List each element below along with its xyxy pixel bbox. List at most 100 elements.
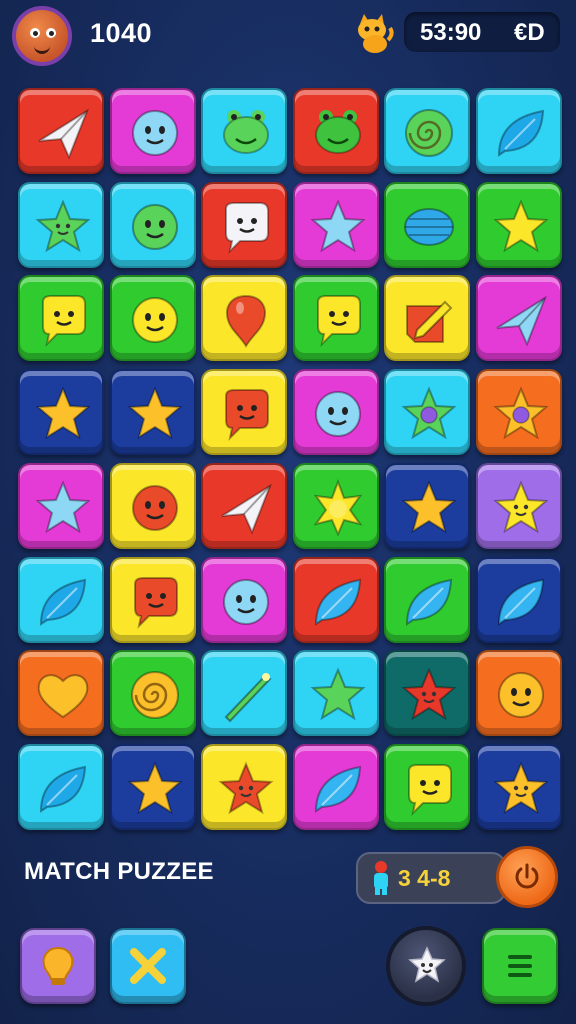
tile-r5-c3[interactable] [201, 462, 287, 549]
tile-r4-c5[interactable] [384, 369, 470, 456]
tile-r2-c2[interactable] [109, 181, 196, 268]
avatar-eye-right [46, 28, 56, 38]
tile-r5-c4[interactable] [292, 462, 379, 549]
tile-r5-c1[interactable] [18, 462, 104, 549]
leaf-drop-icon [497, 109, 544, 157]
sun-star-icon [313, 478, 362, 537]
avatar-mouth [34, 44, 50, 54]
tile-r8-c2[interactable] [109, 743, 196, 830]
heart-icon [37, 674, 89, 719]
star-face-icon [492, 480, 549, 534]
speech-face-icon [408, 763, 452, 816]
menu-icon [508, 955, 532, 977]
smiley-blob-icon [497, 672, 544, 719]
hint-button[interactable] [20, 928, 96, 1004]
tile-r1-c3[interactable] [201, 88, 287, 174]
power-button[interactable] [496, 846, 558, 908]
tile-r8-c4[interactable] [292, 743, 379, 830]
tile-r6-c6[interactable] [475, 556, 562, 643]
star-face-icon [408, 946, 446, 983]
tile-r8-c3[interactable] [201, 743, 287, 830]
tile-r2-c4[interactable] [292, 181, 379, 268]
tile-r6-c5[interactable] [384, 556, 470, 643]
pet-icon[interactable] [352, 10, 394, 56]
player-figure-icon [374, 861, 388, 895]
tile-r5-c6[interactable] [475, 462, 562, 549]
top-bar: 1040 53:90 €D [0, 0, 576, 70]
tile-r2-c1[interactable] [18, 181, 104, 268]
speech-face-icon [316, 295, 361, 348]
tile-r1-c5[interactable] [384, 88, 470, 174]
leaf-drop-icon [405, 578, 453, 626]
tile-r7-c1[interactable] [18, 650, 104, 737]
tile-r3-c5[interactable] [384, 275, 470, 362]
star-face-icon [35, 199, 91, 252]
tile-r5-c2[interactable] [109, 462, 196, 549]
tile-r4-c3[interactable] [201, 369, 287, 456]
tile-r3-c2[interactable] [109, 275, 196, 362]
smiley-blob-icon [131, 297, 178, 344]
power-icon [515, 863, 539, 889]
star-face-icon [401, 667, 457, 721]
tile-r3-c4[interactable] [292, 275, 379, 362]
star-icon [309, 199, 366, 252]
tile-r1-c1[interactable] [18, 88, 104, 174]
tile-r7-c6[interactable] [475, 650, 562, 737]
leaf-drop-icon [314, 765, 361, 813]
tile-r3-c6[interactable] [475, 275, 562, 362]
star-icon [492, 199, 549, 252]
tile-r6-c2[interactable] [109, 556, 196, 643]
tile-r6-c4[interactable] [292, 556, 379, 643]
game-title: MATCH PUZZEE [24, 858, 214, 885]
balloon-icon [226, 295, 266, 349]
tile-r1-c4[interactable] [292, 88, 379, 174]
tile-r6-c1[interactable] [18, 556, 104, 643]
player-avatar[interactable] [12, 6, 72, 66]
tile-r4-c1[interactable] [18, 369, 104, 456]
tile-r3-c1[interactable] [18, 275, 104, 362]
level-text: 3 4-8 [398, 865, 451, 891]
smiley-blob-icon [131, 203, 178, 250]
star-icon [401, 480, 457, 534]
tile-r5-c5[interactable] [384, 462, 470, 549]
star-face-icon [492, 761, 549, 815]
tile-r8-c5[interactable] [384, 743, 470, 830]
tile-r7-c4[interactable] [292, 650, 379, 737]
tile-r1-c6[interactable] [475, 88, 562, 174]
speech-face-icon [225, 201, 269, 254]
speech-face-icon [42, 295, 86, 348]
menu-button[interactable] [482, 928, 558, 1004]
cross-icon [130, 948, 166, 984]
paper-plane-icon [38, 108, 90, 160]
smiley-blob-icon [223, 578, 269, 625]
leaf-drop-icon [314, 578, 361, 626]
smiley-blob-icon [131, 110, 178, 156]
leaf-drop-icon [497, 578, 544, 626]
shuffle-button[interactable] [110, 928, 186, 1004]
tile-r2-c6[interactable] [475, 181, 562, 268]
tile-r4-c4[interactable] [292, 369, 379, 456]
paper-plane-icon [221, 483, 273, 535]
tile-r7-c5[interactable] [384, 650, 470, 737]
tile-r4-c6[interactable] [475, 369, 562, 456]
speech-face-icon [133, 576, 178, 629]
tile-r4-c2[interactable] [109, 369, 196, 456]
tile-r3-c3[interactable] [201, 275, 287, 362]
tile-r2-c3[interactable] [201, 181, 287, 268]
pencil-icon [406, 300, 453, 344]
tile-r2-c5[interactable] [384, 181, 470, 268]
tile-r8-c1[interactable] [18, 743, 104, 830]
tile-r7-c2[interactable] [109, 650, 196, 737]
tile-r6-c3[interactable] [201, 556, 287, 643]
character-button[interactable] [386, 926, 466, 1006]
tile-r7-c3[interactable] [201, 650, 287, 737]
tile-r8-c6[interactable] [475, 743, 562, 830]
star-icon [35, 480, 91, 534]
star-gem-icon [401, 386, 457, 440]
score-counter: 1040 [90, 18, 153, 48]
swirl-icon [405, 109, 453, 157]
tile-r1-c2[interactable] [109, 88, 196, 174]
avatar-eye-left [30, 28, 40, 38]
paper-plane-icon [495, 295, 547, 347]
bulb-icon [42, 946, 74, 985]
